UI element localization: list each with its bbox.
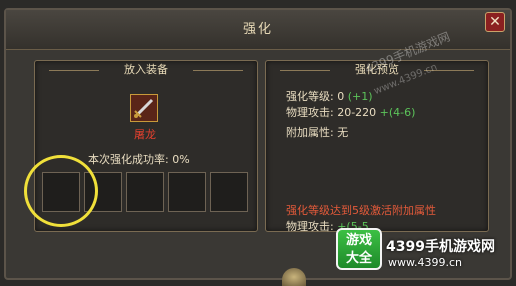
equipment-slot[interactable] (130, 94, 158, 122)
requirement-attack-label: 物理攻击: (286, 220, 334, 233)
bottom-ornament (282, 268, 306, 286)
success-rate-label: 本次强化成功率: (88, 153, 169, 166)
header-divider (193, 70, 243, 71)
site-logo-url: www.4399.cn (388, 256, 462, 269)
material-slot[interactable] (126, 172, 164, 212)
enhance-level: 强化等级: 0 (+1) (286, 88, 373, 104)
requirement-text: 强化等级达到5级激活附加属性 (286, 204, 436, 217)
physical-attack: 物理攻击: 20-220 +(4-6) (286, 104, 415, 120)
close-button[interactable]: ✕ (485, 12, 505, 32)
physical-attack-label: 物理攻击: 20-220 (286, 106, 377, 119)
site-logo-badge: 游戏大全 (336, 228, 382, 270)
header-divider (49, 70, 99, 71)
success-rate-value: 0% (172, 153, 190, 166)
physical-attack-bonus: +(4-6) (379, 106, 416, 119)
site-logo-name: 4399手机游戏网 (386, 239, 495, 255)
logo-badge-text: 游戏大全 (345, 233, 372, 266)
highlight-circle (24, 155, 98, 227)
close-icon: ✕ (489, 14, 501, 30)
extra-attribute: 附加属性: 无 (286, 126, 349, 139)
enhance-level-bonus: (+1) (347, 90, 373, 103)
enhance-level-label: 强化等级: 0 (286, 90, 345, 103)
success-rate: 本次强化成功率: 0% (88, 151, 190, 167)
sword-icon (134, 98, 154, 118)
material-slot[interactable] (210, 172, 248, 212)
header-divider (280, 70, 330, 71)
material-slot[interactable] (168, 172, 206, 212)
item-name: 屠龙 (134, 128, 156, 141)
